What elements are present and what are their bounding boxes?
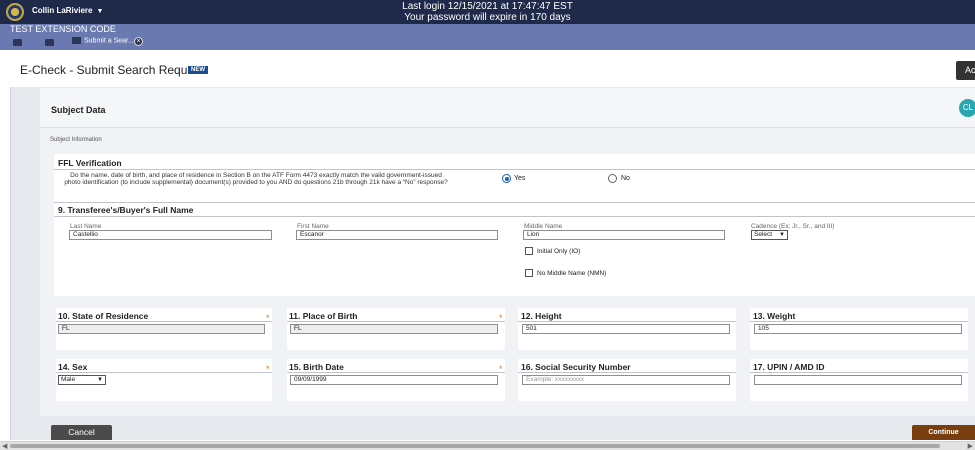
password-expiry-text: Your password will expire in 170 days (404, 12, 571, 23)
weight-input[interactable]: 105 (754, 324, 962, 334)
divider (518, 321, 736, 322)
close-tab-icon[interactable]: × (134, 37, 143, 46)
last-name-label: Last Name (70, 223, 102, 230)
birth-date-title: 15. Birth Date (289, 362, 344, 372)
height-title: 12. Height (521, 311, 562, 321)
middle-name-input[interactable]: Lion (523, 230, 725, 240)
sex-select[interactable]: Male ▼ (58, 375, 106, 385)
cadence-select[interactable]: Select ▼ (751, 230, 788, 240)
add-button[interactable]: Ac (956, 61, 975, 80)
extension-bar: TEST EXTENSION CODE Submit a Sear... × (0, 24, 975, 50)
scroll-left-icon[interactable]: ◀ (2, 442, 7, 450)
ffl-yes-label: Yes (514, 175, 526, 182)
divider (54, 169, 975, 170)
height-input[interactable]: 501 (522, 324, 730, 334)
horizontal-scrollbar[interactable]: ◀ ▶ (0, 441, 975, 450)
document-icon (72, 37, 81, 44)
ffl-no-label: No (621, 175, 630, 182)
place-of-birth-title: 11. Place of Birth (289, 311, 358, 321)
continue-button[interactable]: Continue (912, 425, 975, 440)
extension-code-label: TEST EXTENSION CODE (10, 24, 116, 34)
place-of-birth-input[interactable]: FL (290, 324, 498, 334)
scrollbar-thumb[interactable] (10, 444, 940, 448)
divider (56, 372, 272, 373)
subject-data-title: Subject Data (51, 105, 106, 115)
initial-only-label: Initial Only (IO) (537, 248, 581, 255)
top-bar: Collin LaRiviere ▼ Last login 12/15/2021 … (0, 0, 975, 24)
ssn-input[interactable]: Example: xxxxxxxxx (522, 375, 730, 385)
ffl-verification-title: FFL Verification (58, 158, 122, 168)
page-title: E-Check - Submit Search Request (20, 63, 204, 77)
subject-data-header: Subject Data CL (40, 88, 975, 128)
divider (750, 321, 968, 322)
divider (54, 202, 975, 203)
upin-input[interactable] (754, 375, 962, 385)
subject-information-label: Subject Information (50, 137, 102, 143)
last-login-text: Last login 12/15/2021 at 17:47:47 EST (402, 1, 573, 12)
divider (287, 321, 505, 322)
cadence-label: Cadence (Ex: Jr., Sr., and III) (751, 223, 835, 230)
cancel-button[interactable]: Cancel (51, 425, 112, 440)
mail-icon[interactable] (45, 39, 54, 46)
tab-label: Submit a Sear... (84, 37, 134, 45)
first-name-input[interactable]: Escanor (296, 230, 498, 240)
weight-title: 13. Weight (753, 311, 796, 321)
chevron-down-icon: ▼ (779, 232, 785, 238)
divider (56, 321, 272, 322)
birth-date-input[interactable]: 09/09/1999 (290, 375, 498, 385)
ffl-question-text: Do the name, date of birth, and place of… (64, 172, 448, 186)
cadence-value: Select (754, 231, 773, 238)
divider (750, 372, 968, 373)
sex-value: Male (61, 376, 76, 383)
divider (518, 372, 736, 373)
full-name-section-title: 9. Transferee's/Buyer's Full Name (58, 205, 194, 215)
sex-title: 14. Sex (58, 362, 88, 372)
no-middle-name-label: No Middle Name (NMN) (537, 270, 607, 277)
chevron-down-icon: ▼ (97, 377, 103, 383)
last-name-input[interactable]: Castellio (69, 230, 272, 240)
new-badge: NEW (188, 66, 208, 74)
upin-title: 17. UPIN / AMD ID (753, 362, 825, 372)
first-name-label: First Name (297, 223, 329, 230)
ssn-title: 16. Social Security Number (521, 362, 631, 372)
state-of-residence-input[interactable]: FL (58, 324, 265, 334)
divider (54, 216, 975, 217)
middle-name-label: Middle Name (524, 223, 563, 230)
tab-submit-search[interactable]: Submit a Sear... (72, 37, 134, 44)
avatar[interactable]: CL (959, 99, 975, 117)
home-icon[interactable] (13, 39, 22, 46)
divider (287, 372, 505, 373)
initial-only-checkbox[interactable] (525, 247, 533, 255)
ffl-yes-radio[interactable] (502, 174, 511, 183)
state-of-residence-title: 10. State of Residence (58, 311, 149, 321)
ffl-no-radio[interactable] (608, 174, 617, 183)
login-info: Last login 12/15/2021 at 17:47:47 EST Yo… (0, 1, 975, 23)
no-middle-name-checkbox[interactable] (525, 269, 533, 277)
scroll-right-icon[interactable]: ▶ (968, 442, 973, 450)
